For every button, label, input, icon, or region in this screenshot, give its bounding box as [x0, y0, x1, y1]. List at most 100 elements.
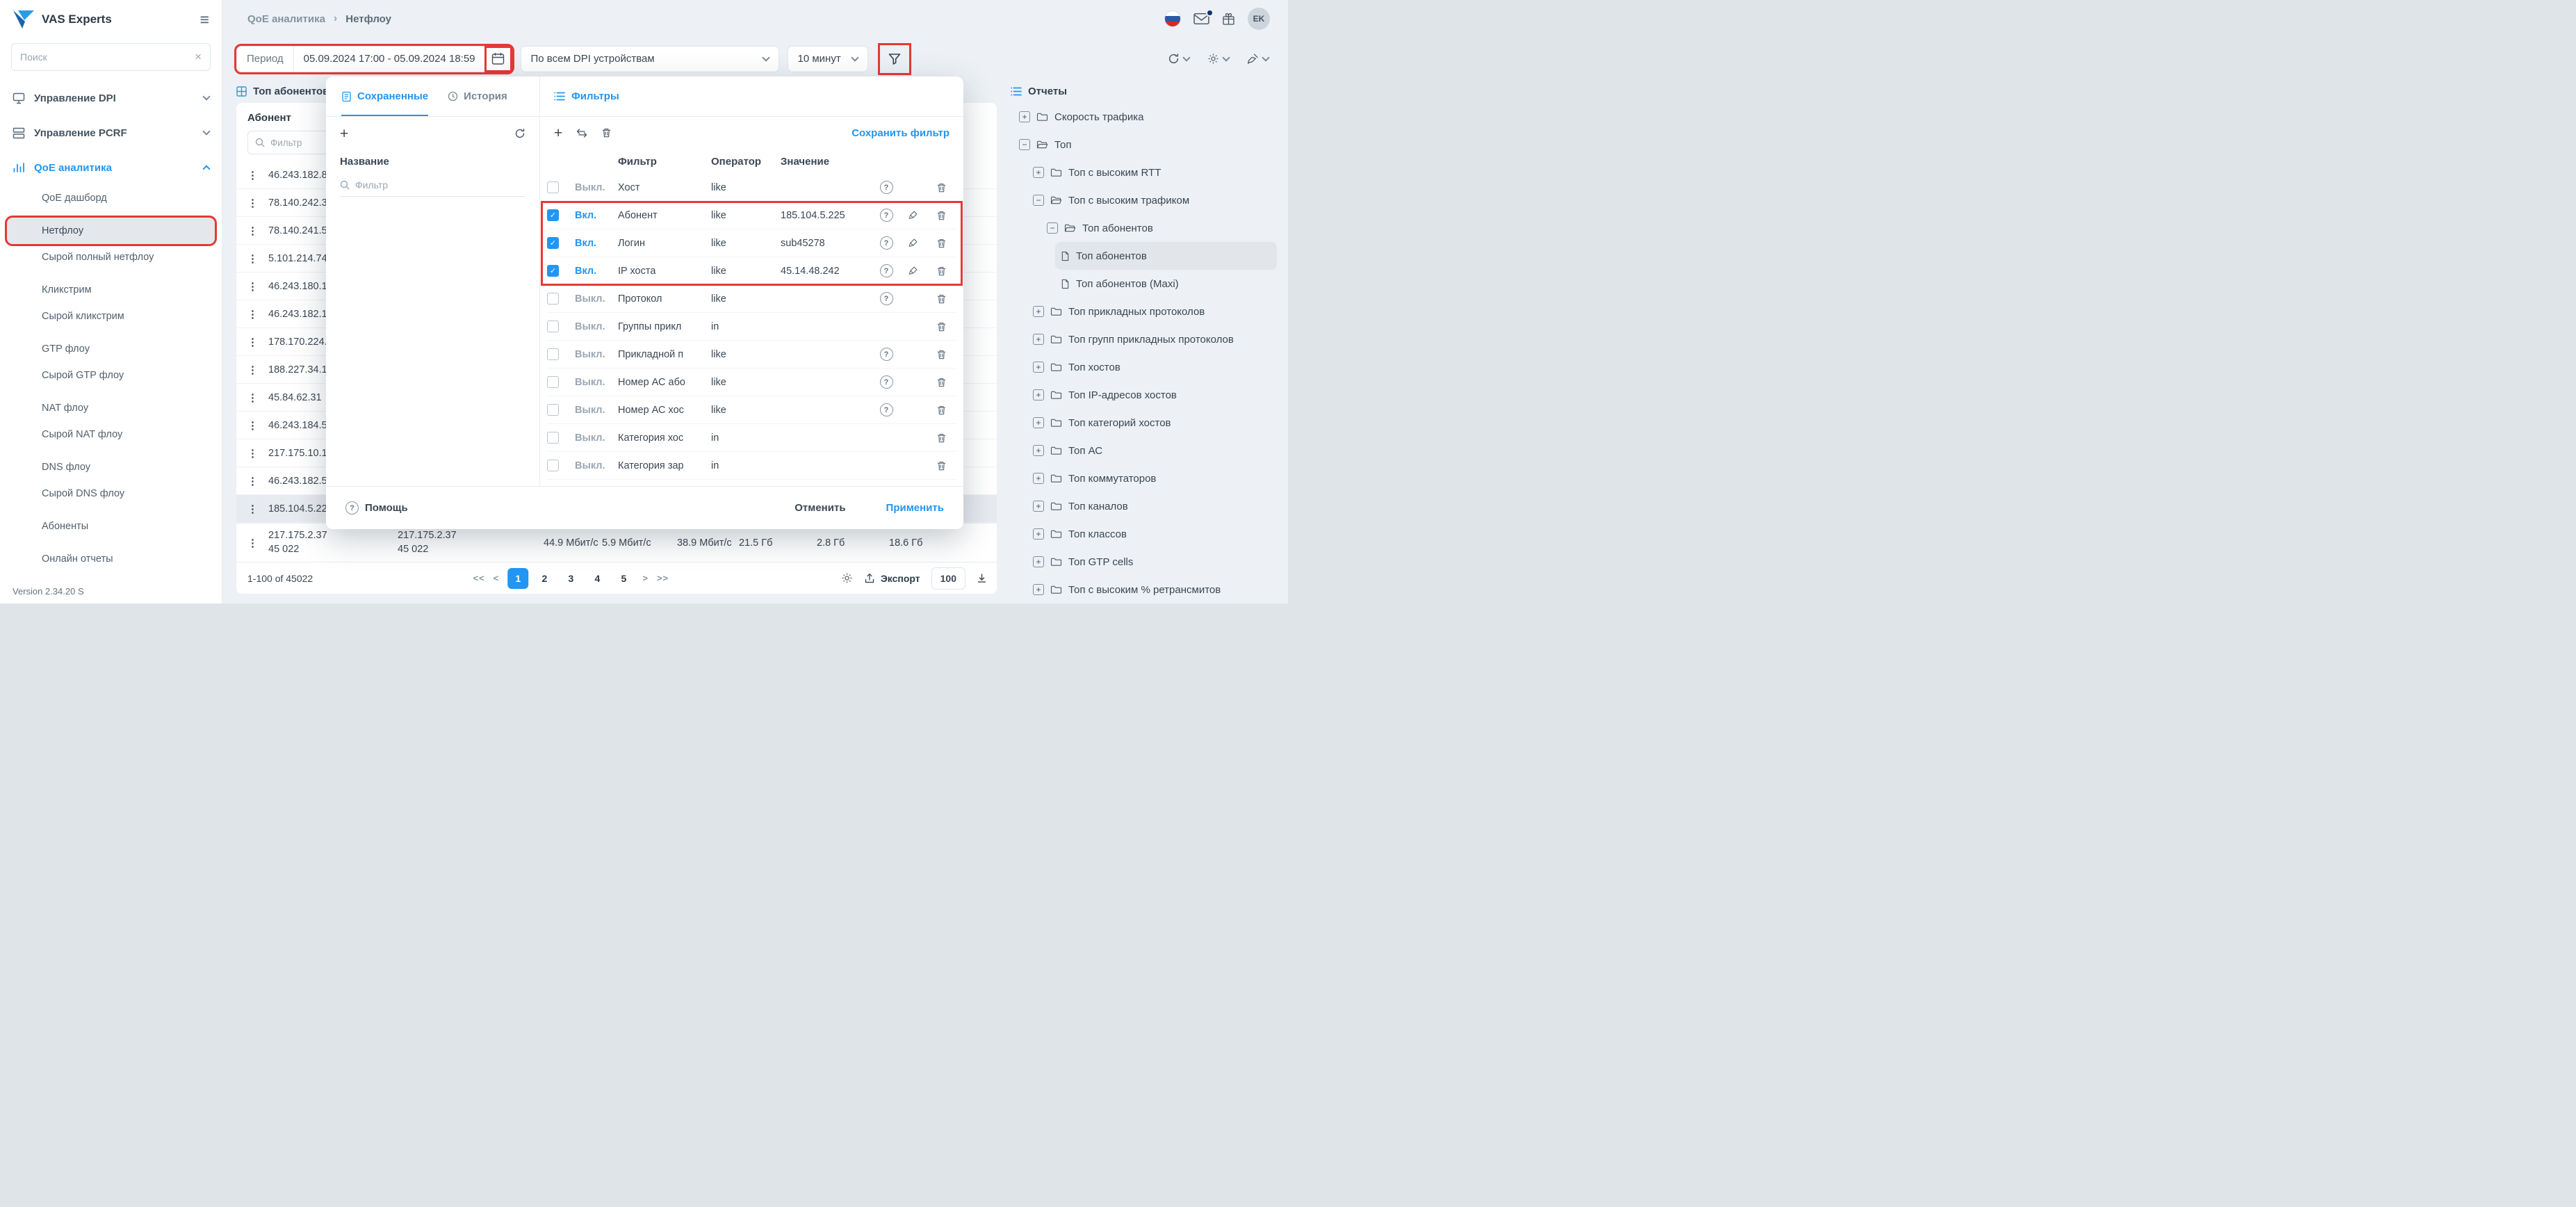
tab-history[interactable]: История [448, 76, 507, 116]
sidebar-subitem[interactable]: QoE дашборд [7, 185, 215, 211]
drag-handle-icon[interactable]: ⋮ [247, 391, 268, 404]
tree-item[interactable]: +Топ IP-адресов хостов [1011, 381, 1281, 409]
toggle-expand-icon[interactable]: + [1019, 111, 1030, 122]
period-control[interactable]: Период 05.09.2024 17:00 - 05.09.2024 18:… [236, 46, 512, 72]
page-button-4[interactable]: 4 [587, 568, 608, 589]
tree-item[interactable]: +Топ категорий хостов [1011, 409, 1281, 437]
settings-menu[interactable] [1207, 53, 1229, 65]
interval-select[interactable]: 10 минут [788, 46, 868, 72]
dpi-device-select[interactable]: По всем DPI устройствам [521, 46, 779, 72]
filter-checkbox[interactable] [547, 321, 559, 332]
toggle-expand-icon[interactable]: + [1033, 362, 1044, 373]
refresh-icon[interactable] [514, 128, 525, 139]
filter-checkbox[interactable] [547, 460, 559, 471]
filter-operator[interactable]: in [711, 321, 781, 332]
filter-operator[interactable]: in [711, 432, 781, 444]
filter-operator[interactable]: like [711, 293, 781, 305]
sidebar-subitem[interactable]: GTP флоу [7, 336, 215, 362]
toggle-expand-icon[interactable]: + [1033, 445, 1044, 456]
page-button-5[interactable]: 5 [613, 568, 634, 589]
filter-value[interactable]: 45.14.48.242 [781, 266, 873, 277]
drag-handle-icon[interactable]: ⋮ [247, 169, 268, 181]
brush-icon[interactable] [908, 266, 918, 276]
gift-icon[interactable] [1222, 13, 1235, 26]
calendar-icon[interactable] [485, 47, 512, 72]
drag-handle-icon[interactable]: ⋮ [247, 280, 268, 293]
trash-icon[interactable] [601, 127, 612, 138]
toggle-expand-icon[interactable]: + [1033, 501, 1044, 512]
download-icon[interactable] [977, 573, 987, 583]
sidebar-subitem[interactable]: Сырой GTP флоу [7, 362, 215, 389]
prev-page-button[interactable]: < [494, 573, 500, 583]
filter-checkbox[interactable] [547, 376, 559, 388]
tree-item[interactable]: −Топ [1011, 131, 1281, 159]
last-page-button[interactable]: >> [657, 573, 669, 583]
filter-funnel-icon[interactable] [881, 46, 908, 72]
tree-item[interactable]: −Топ с высоким трафиком [1011, 186, 1281, 214]
sidebar-subitem[interactable]: DNS флоу [7, 454, 215, 480]
export-button[interactable]: Экспорт [864, 573, 920, 584]
filter-operator[interactable]: like [711, 182, 781, 193]
filter-checkbox[interactable] [547, 404, 559, 416]
trash-icon[interactable] [926, 460, 956, 471]
toggle-expand-icon[interactable]: + [1033, 167, 1044, 178]
mail-icon[interactable] [1193, 13, 1209, 25]
filter-checkbox[interactable] [547, 432, 559, 444]
drag-handle-icon[interactable]: ⋮ [247, 336, 268, 348]
trash-icon[interactable] [926, 293, 956, 305]
sidebar-subitem[interactable]: Сырой полный нетфлоу [7, 244, 215, 270]
page-button-1[interactable]: 1 [507, 568, 528, 589]
brush-icon[interactable] [908, 210, 918, 220]
tab-saved[interactable]: Сохраненные [341, 76, 428, 116]
tree-item[interactable]: Топ абонентов (Maxi) [1011, 270, 1281, 298]
tree-item[interactable]: +Топ с высоким % ретрансмитов [1011, 576, 1281, 604]
trash-icon[interactable] [926, 405, 956, 416]
sidebar-item-pcrf-management[interactable]: Управление PCRF [0, 115, 222, 150]
tree-item[interactable]: Топ абонентов [1055, 242, 1277, 270]
help-icon[interactable]: ? [880, 348, 893, 361]
tree-item[interactable]: +Топ каналов [1011, 492, 1281, 520]
sidebar-subitem[interactable]: Сырой кликстрим [7, 303, 215, 330]
help-icon[interactable]: ? [880, 209, 893, 222]
toggle-expand-icon[interactable]: + [1033, 584, 1044, 595]
help-icon[interactable]: ? [880, 264, 893, 277]
apply-button[interactable]: Применить [886, 502, 944, 514]
help-icon[interactable]: ? [880, 236, 893, 250]
drag-handle-icon[interactable]: ⋮ [247, 225, 268, 237]
help-button[interactable]: ? Помощь [345, 501, 408, 515]
first-page-button[interactable]: << [473, 573, 485, 583]
next-page-button[interactable]: > [642, 573, 649, 583]
filter-operator[interactable]: like [711, 238, 781, 249]
tree-item[interactable]: +Топ классов [1011, 520, 1281, 548]
refresh-menu[interactable] [1168, 53, 1189, 65]
table-settings-gear-icon[interactable] [841, 572, 853, 584]
toggle-expand-icon[interactable]: + [1033, 417, 1044, 428]
filter-operator[interactable]: in [711, 460, 781, 471]
filter-operator[interactable]: like [711, 210, 781, 221]
filter-checkbox[interactable] [547, 348, 559, 360]
toggle-expand-icon[interactable]: + [1033, 334, 1044, 345]
drag-handle-icon[interactable]: ⋮ [247, 308, 268, 321]
filter-checkbox[interactable] [547, 181, 559, 193]
sidebar-item-qoe-analytics[interactable]: QoE аналитика [0, 150, 222, 185]
filter-operator[interactable]: like [711, 377, 781, 388]
toggle-expand-icon[interactable]: + [1033, 528, 1044, 540]
toggle-expand-icon[interactable]: + [1033, 556, 1044, 567]
filter-checkbox[interactable]: ✓ [547, 237, 559, 249]
sidebar-subitem[interactable]: Сырой DNS флоу [7, 480, 215, 507]
drag-handle-icon[interactable]: ⋮ [247, 419, 268, 432]
add-saved-filter-icon[interactable]: + [340, 127, 348, 141]
trash-icon[interactable] [926, 182, 956, 193]
trash-icon[interactable] [926, 432, 956, 444]
trash-icon[interactable] [926, 349, 956, 360]
sidebar-subitem[interactable]: Сырой NAT флоу [7, 421, 215, 448]
sidebar-subitem[interactable]: Кликстрим [7, 277, 215, 303]
toggle-collapse-icon[interactable]: − [1047, 222, 1058, 234]
filter-operator[interactable]: like [711, 266, 781, 277]
drag-handle-icon[interactable]: ⋮ [247, 447, 268, 460]
brush-icon[interactable] [908, 238, 918, 248]
cancel-button[interactable]: Отменить [794, 502, 845, 514]
sidebar-item-dpi-management[interactable]: Управление DPI [0, 81, 222, 115]
help-icon[interactable]: ? [880, 403, 893, 416]
filter-operator[interactable]: like [711, 405, 781, 416]
